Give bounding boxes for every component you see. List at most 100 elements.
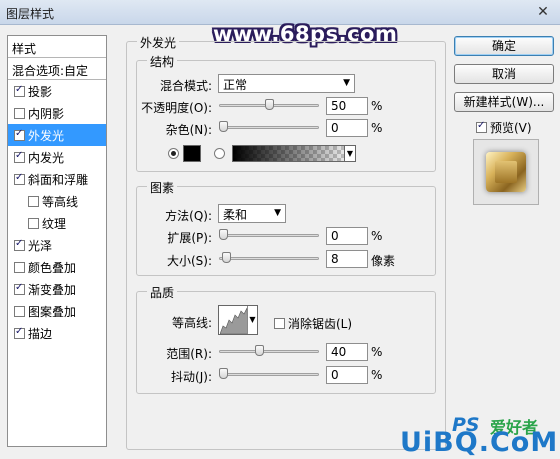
style-item[interactable]: 斜面和浮雕 bbox=[8, 168, 106, 190]
style-item-label: 斜面和浮雕 bbox=[28, 172, 89, 187]
noise-unit: % bbox=[371, 121, 383, 135]
close-icon[interactable]: ✕ bbox=[534, 5, 552, 21]
spread-input[interactable]: 0 bbox=[326, 227, 368, 245]
opacity-input[interactable]: 50 bbox=[326, 97, 368, 115]
styles-header[interactable]: 样式 bbox=[8, 36, 106, 58]
chevron-down-icon: ▼ bbox=[343, 78, 350, 88]
style-item[interactable]: 外发光 bbox=[8, 124, 106, 146]
style-item-checkbox[interactable] bbox=[28, 217, 39, 229]
noise-input[interactable]: 0 bbox=[326, 119, 368, 137]
ok-button[interactable]: 确定 bbox=[454, 36, 554, 56]
style-item-label: 渐变叠加 bbox=[28, 282, 77, 297]
style-item-checkbox[interactable] bbox=[14, 238, 25, 251]
style-item[interactable]: 光泽 bbox=[8, 234, 106, 256]
gradient-radio[interactable] bbox=[214, 148, 225, 159]
style-item-label: 外发光 bbox=[28, 128, 65, 143]
style-item[interactable]: 纹理 bbox=[8, 212, 106, 234]
style-item-label: 等高线 bbox=[42, 194, 79, 209]
spread-label: 扩展(P): bbox=[167, 231, 212, 245]
style-item-checkbox[interactable] bbox=[14, 326, 25, 339]
spread-unit: % bbox=[371, 229, 383, 243]
style-item-label: 颜色叠加 bbox=[28, 260, 77, 275]
chevron-down-icon: ▼ bbox=[274, 208, 281, 218]
preview-option[interactable]: 预览(V) bbox=[476, 119, 532, 136]
style-item[interactable]: 渐变叠加 bbox=[8, 278, 106, 300]
jitter-input[interactable]: 0 bbox=[326, 366, 368, 384]
style-item-label: 内发光 bbox=[28, 150, 65, 165]
style-item[interactable]: 等高线 bbox=[8, 190, 106, 212]
opacity-slider-thumb[interactable] bbox=[265, 99, 274, 110]
jitter-label: 抖动(J): bbox=[171, 370, 212, 384]
contour-curve-icon bbox=[220, 307, 248, 334]
preview-checkbox[interactable] bbox=[476, 120, 487, 133]
new-style-button[interactable]: 新建样式(W)... bbox=[454, 92, 554, 112]
style-item[interactable]: 描边 bbox=[8, 322, 106, 344]
style-item-checkbox[interactable] bbox=[14, 261, 25, 273]
style-item-label: 描边 bbox=[28, 326, 53, 341]
style-item-checkbox[interactable] bbox=[14, 282, 25, 295]
blend-mode-value: 正常 bbox=[223, 78, 248, 92]
technique-label: 方法(Q): bbox=[165, 209, 212, 223]
opacity-slider[interactable] bbox=[219, 99, 319, 111]
chevron-down-icon[interactable]: ▼ bbox=[344, 146, 355, 161]
style-item[interactable]: 内发光 bbox=[8, 146, 106, 168]
style-item-checkbox[interactable] bbox=[14, 305, 25, 317]
style-item-checkbox[interactable] bbox=[14, 107, 25, 119]
solid-color-radio[interactable] bbox=[168, 148, 179, 159]
range-unit: % bbox=[371, 345, 383, 359]
style-item-checkbox[interactable] bbox=[14, 172, 25, 185]
contour-label: 等高线: bbox=[171, 316, 212, 330]
elements-title: 图素 bbox=[147, 179, 178, 196]
quality-title: 品质 bbox=[147, 284, 178, 301]
preview-label: 预览(V) bbox=[490, 121, 532, 135]
noise-slider[interactable] bbox=[219, 121, 319, 133]
range-slider[interactable] bbox=[219, 345, 319, 357]
antialias-label: 消除锯齿(L) bbox=[288, 317, 353, 331]
size-slider[interactable] bbox=[219, 252, 319, 264]
cancel-button[interactable]: 取消 bbox=[454, 64, 554, 84]
style-item-checkbox[interactable] bbox=[28, 195, 39, 207]
noise-label: 杂色(N): bbox=[165, 123, 212, 137]
style-item-label: 图案叠加 bbox=[28, 304, 77, 319]
size-unit: 像素 bbox=[371, 254, 396, 268]
blend-mode-select[interactable]: 正常 ▼ bbox=[218, 74, 355, 93]
structure-title: 结构 bbox=[147, 53, 178, 70]
size-input[interactable]: 8 bbox=[326, 250, 368, 268]
style-item-checkbox[interactable] bbox=[14, 150, 25, 163]
range-input[interactable]: 40 bbox=[326, 343, 368, 361]
size-slider-thumb[interactable] bbox=[222, 252, 231, 263]
style-item[interactable]: 投影 bbox=[8, 80, 106, 102]
antialias-option[interactable]: 消除锯齿(L) bbox=[274, 315, 352, 332]
style-item-checkbox[interactable] bbox=[14, 128, 25, 141]
chevron-down-icon[interactable]: ▼ bbox=[247, 306, 257, 334]
window-title: 图层样式 bbox=[6, 7, 55, 21]
style-item[interactable]: 图案叠加 bbox=[8, 300, 106, 322]
style-item-label: 纹理 bbox=[42, 216, 67, 231]
style-preview bbox=[473, 139, 539, 205]
size-label: 大小(S): bbox=[166, 254, 212, 268]
jitter-slider-thumb[interactable] bbox=[219, 368, 228, 379]
style-item-checkbox[interactable] bbox=[14, 84, 25, 97]
technique-select[interactable]: 柔和 ▼ bbox=[218, 204, 286, 223]
style-item-label: 光泽 bbox=[28, 238, 53, 253]
spread-slider[interactable] bbox=[219, 229, 319, 241]
antialias-checkbox[interactable] bbox=[274, 318, 285, 329]
preview-swatch bbox=[486, 152, 526, 192]
style-item[interactable]: 颜色叠加 bbox=[8, 256, 106, 278]
style-item[interactable]: 内阴影 bbox=[8, 102, 106, 124]
outer-glow-title: 外发光 bbox=[137, 34, 180, 51]
jitter-slider[interactable] bbox=[219, 368, 319, 380]
blending-options-item[interactable]: 混合选项:自定 bbox=[8, 58, 106, 80]
jitter-unit: % bbox=[371, 368, 383, 382]
spread-slider-thumb[interactable] bbox=[219, 229, 228, 240]
range-slider-thumb[interactable] bbox=[255, 345, 264, 356]
contour-picker[interactable]: ▼ bbox=[218, 305, 258, 335]
gradient-picker[interactable]: ▼ bbox=[232, 145, 356, 162]
style-item-label: 投影 bbox=[28, 84, 53, 99]
blend-mode-label: 混合模式: bbox=[159, 79, 212, 93]
noise-slider-thumb[interactable] bbox=[219, 121, 228, 132]
styles-list: 样式 混合选项:自定 投影内阴影外发光内发光斜面和浮雕等高线纹理光泽颜色叠加渐变… bbox=[7, 35, 107, 447]
glow-color-swatch[interactable] bbox=[183, 145, 201, 162]
technique-value: 柔和 bbox=[223, 208, 248, 222]
site-watermark: UiBQ.CoM bbox=[400, 427, 559, 458]
